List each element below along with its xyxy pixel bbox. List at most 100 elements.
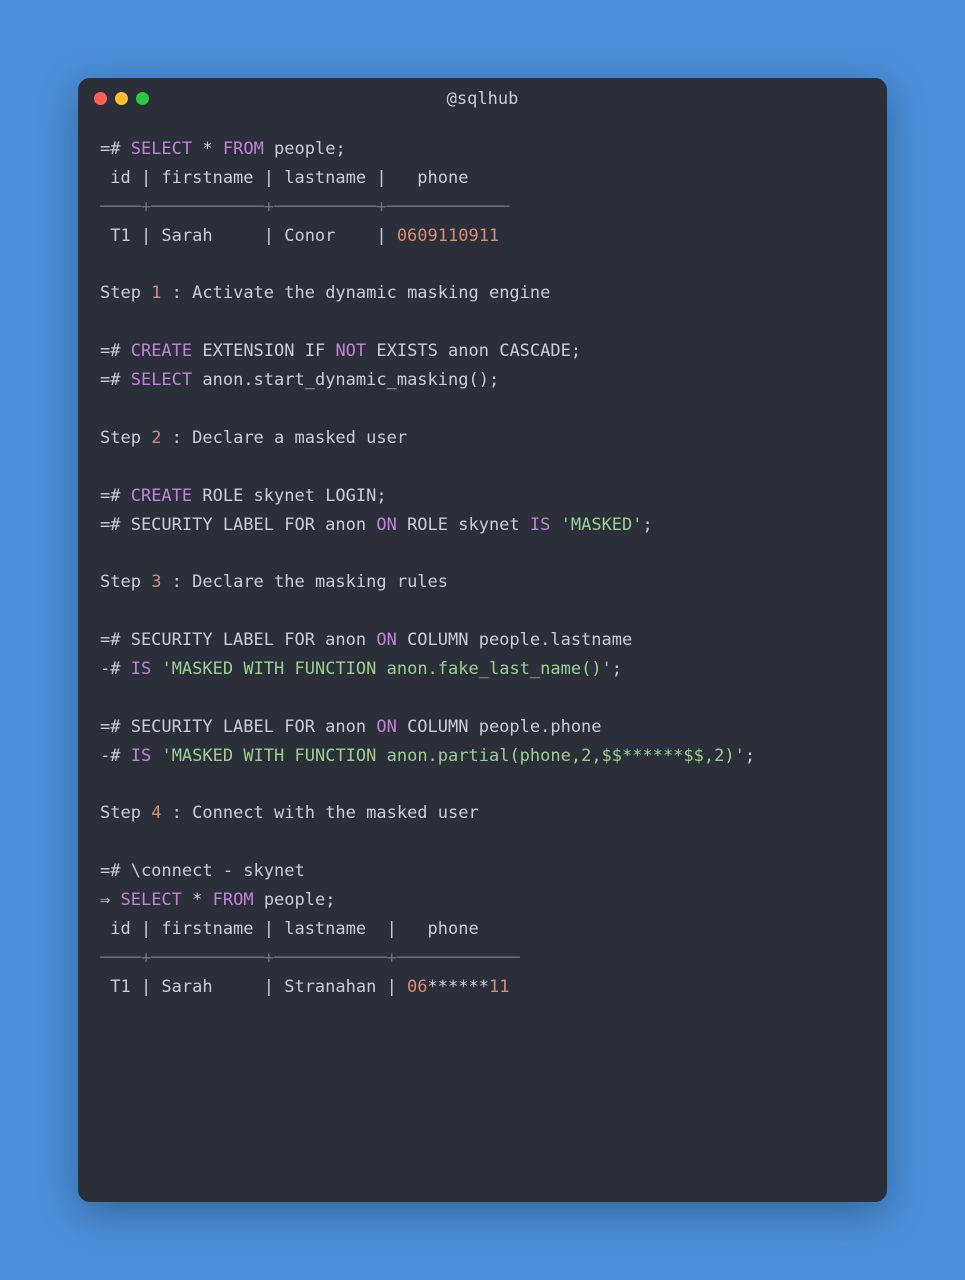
token-kw: CREATE: [131, 341, 192, 361]
token-text: =#: [100, 341, 131, 361]
code-line: Step 4 : Connect with the masked user: [100, 799, 865, 828]
token-text: =# SECURITY LABEL FOR anon: [100, 630, 376, 650]
token-text: *: [182, 890, 213, 910]
code-line: [100, 251, 865, 280]
token-dim: ────+───────────+──────────+────────────: [100, 197, 509, 217]
token-str: 'MASKED WITH FUNCTION anon.fake_last_nam…: [161, 659, 611, 679]
token-kw: CREATE: [131, 486, 192, 506]
token-text: id | firstname | lastname | phone: [100, 919, 479, 939]
code-line: ────+───────────+──────────+────────────: [100, 193, 865, 222]
code-line: [100, 539, 865, 568]
token-text: ROLE skynet LOGIN;: [192, 486, 386, 506]
token-kw: FROM: [213, 890, 254, 910]
token-kw: SELECT: [120, 890, 181, 910]
token-text: =# SECURITY LABEL FOR anon: [100, 717, 376, 737]
token-kw: ON: [376, 630, 396, 650]
minimize-icon[interactable]: [115, 92, 128, 105]
code-line: =# CREATE ROLE skynet LOGIN;: [100, 482, 865, 511]
token-text: Step: [100, 283, 151, 303]
token-text: =#: [100, 370, 131, 390]
token-text: -#: [100, 746, 131, 766]
code-line: =# CREATE EXTENSION IF NOT EXISTS anon C…: [100, 337, 865, 366]
code-line: Step 1 : Activate the dynamic masking en…: [100, 279, 865, 308]
token-text: Step: [100, 428, 151, 448]
token-text: [550, 515, 560, 535]
code-line: Step 3 : Declare the masking rules: [100, 568, 865, 597]
token-text: [151, 746, 161, 766]
token-text: ;: [612, 659, 622, 679]
token-text: : Activate the dynamic masking engine: [161, 283, 550, 303]
window-title: @sqlhub: [78, 89, 887, 109]
token-num: 0609110911: [397, 226, 499, 246]
token-kw: IS: [131, 659, 151, 679]
token-text: EXISTS anon CASCADE;: [366, 341, 581, 361]
code-line: =# SECURITY LABEL FOR anon ON ROLE skyne…: [100, 511, 865, 540]
token-text: Step: [100, 803, 151, 823]
titlebar: @sqlhub: [78, 78, 887, 115]
code-line: id | firstname | lastname | phone: [100, 164, 865, 193]
token-text: ROLE skynet: [397, 515, 530, 535]
close-icon[interactable]: [94, 92, 107, 105]
token-text: anon.start_dynamic_masking();: [192, 370, 499, 390]
token-text: : Declare a masked user: [161, 428, 407, 448]
code-line: [100, 597, 865, 626]
token-text: T1 | Sarah | Conor |: [100, 226, 397, 246]
token-text: -#: [100, 659, 131, 679]
code-line: id | firstname | lastname | phone: [100, 915, 865, 944]
code-line: ────+───────────+───────────+───────────…: [100, 944, 865, 973]
code-line: -# IS 'MASKED WITH FUNCTION anon.fake_la…: [100, 655, 865, 684]
token-text: Step: [100, 572, 151, 592]
token-num: 4: [151, 803, 161, 823]
code-line: -# IS 'MASKED WITH FUNCTION anon.partial…: [100, 742, 865, 771]
token-kw: IS: [131, 746, 151, 766]
code-line: =# SECURITY LABEL FOR anon ON COLUMN peo…: [100, 713, 865, 742]
token-text: T1 | Sarah | Stranahan |: [100, 977, 407, 997]
token-text: EXTENSION IF: [192, 341, 335, 361]
code-line: [100, 684, 865, 713]
token-text: =# SECURITY LABEL FOR anon: [100, 515, 376, 535]
token-kw: IS: [530, 515, 550, 535]
zoom-icon[interactable]: [136, 92, 149, 105]
token-kw: ON: [376, 717, 396, 737]
token-text: ******: [428, 977, 489, 997]
token-kw: SELECT: [131, 139, 192, 159]
terminal-content: =# SELECT * FROM people; id | firstname …: [78, 115, 887, 1022]
token-dim: ────+───────────+───────────+───────────…: [100, 948, 520, 968]
token-text: : Connect with the masked user: [161, 803, 478, 823]
token-num: 1: [151, 283, 161, 303]
terminal-window: @sqlhub =# SELECT * FROM people; id | fi…: [78, 78, 887, 1202]
code-line: [100, 771, 865, 800]
token-text: ⇒: [100, 890, 120, 910]
token-text: =# \connect - skynet: [100, 861, 305, 881]
token-text: COLUMN people.phone: [397, 717, 602, 737]
token-text: =#: [100, 139, 131, 159]
token-text: ;: [745, 746, 755, 766]
token-text: ;: [643, 515, 653, 535]
code-line: [100, 395, 865, 424]
token-text: id | firstname | lastname | phone: [100, 168, 468, 188]
token-str: 'MASKED': [561, 515, 643, 535]
code-line: [100, 453, 865, 482]
code-line: T1 | Sarah | Conor | 0609110911: [100, 222, 865, 251]
token-text: *: [192, 139, 223, 159]
code-line: Step 2 : Declare a masked user: [100, 424, 865, 453]
code-line: =# SELECT anon.start_dynamic_masking();: [100, 366, 865, 395]
code-line: [100, 308, 865, 337]
token-text: =#: [100, 486, 131, 506]
token-text: : Declare the masking rules: [161, 572, 448, 592]
token-text: [151, 659, 161, 679]
token-text: people;: [264, 139, 346, 159]
token-num: 3: [151, 572, 161, 592]
traffic-lights: [94, 92, 149, 105]
code-line: =# SECURITY LABEL FOR anon ON COLUMN peo…: [100, 626, 865, 655]
code-line: T1 | Sarah | Stranahan | 06******11: [100, 973, 865, 1002]
code-line: =# SELECT * FROM people;: [100, 135, 865, 164]
token-text: COLUMN people.lastname: [397, 630, 632, 650]
token-kw: SELECT: [131, 370, 192, 390]
code-line: =# \connect - skynet: [100, 857, 865, 886]
token-num: 2: [151, 428, 161, 448]
token-str: 'MASKED WITH FUNCTION anon.partial(phone…: [161, 746, 744, 766]
token-num: 11: [489, 977, 509, 997]
token-kw: ON: [376, 515, 396, 535]
token-text: people;: [254, 890, 336, 910]
